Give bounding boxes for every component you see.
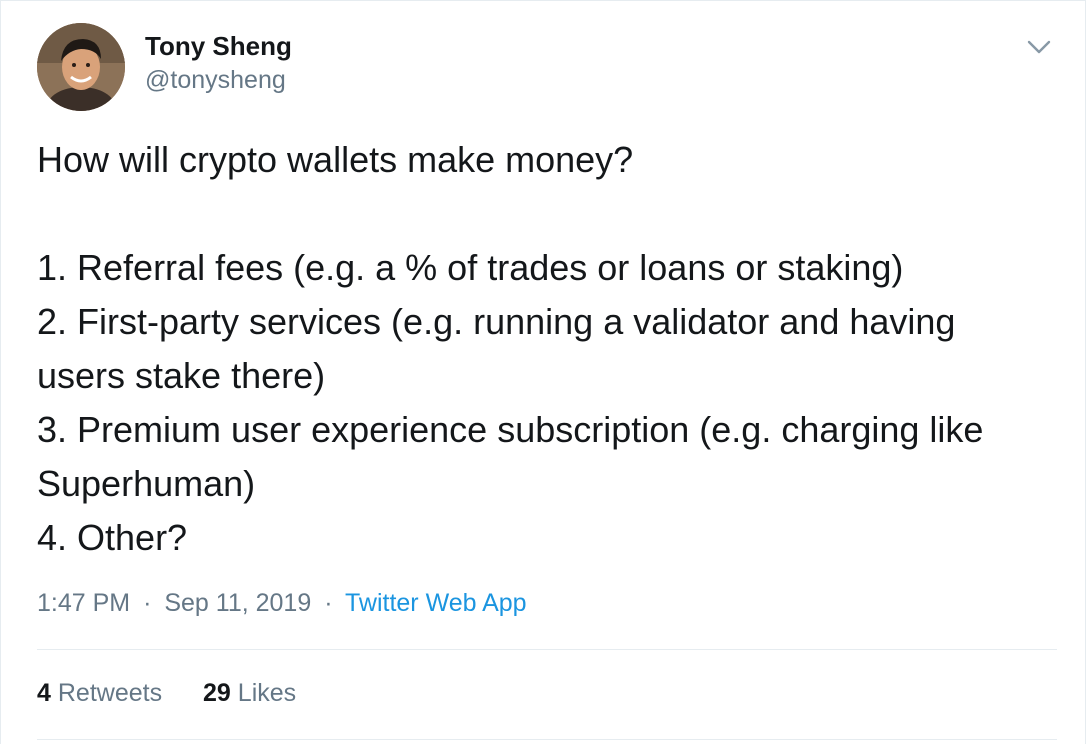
tweet-date[interactable]: Sep 11, 2019 (164, 589, 311, 617)
author-names: Tony Sheng @tonysheng (145, 29, 292, 97)
chevron-down-icon[interactable] (1023, 31, 1055, 63)
tweet-source-link[interactable]: Twitter Web App (345, 589, 527, 617)
retweets-label: Retweets (57, 679, 163, 707)
retweets-stat[interactable]: 4 Retweets (37, 675, 162, 711)
tweet-card: Tony Sheng @tonysheng How will crypto wa… (0, 0, 1086, 744)
divider (37, 649, 1057, 650)
profile-photo-icon (37, 23, 125, 111)
tweet-time[interactable]: 1:47 PM (37, 589, 130, 617)
retweets-count: 4 (37, 679, 51, 707)
display-name[interactable]: Tony Sheng (145, 29, 292, 63)
handle[interactable]: @tonysheng (145, 63, 292, 97)
tweet-text: How will crypto wallets make money? 1. R… (37, 139, 984, 558)
likes-label: Likes (237, 679, 297, 707)
meta-separator-2: · (324, 589, 333, 617)
meta-separator: · (143, 589, 152, 617)
avatar[interactable] (37, 23, 125, 111)
divider-bottom (37, 739, 1057, 740)
tweet-stats: 4 Retweets 29 Likes (37, 675, 330, 711)
likes-count: 29 (203, 679, 231, 707)
tweet-header: Tony Sheng @tonysheng (37, 23, 1055, 113)
tweet-meta: 1:47 PM · Sep 11, 2019 · Twitter Web App (37, 585, 527, 621)
likes-stat[interactable]: 29 Likes (203, 675, 296, 711)
